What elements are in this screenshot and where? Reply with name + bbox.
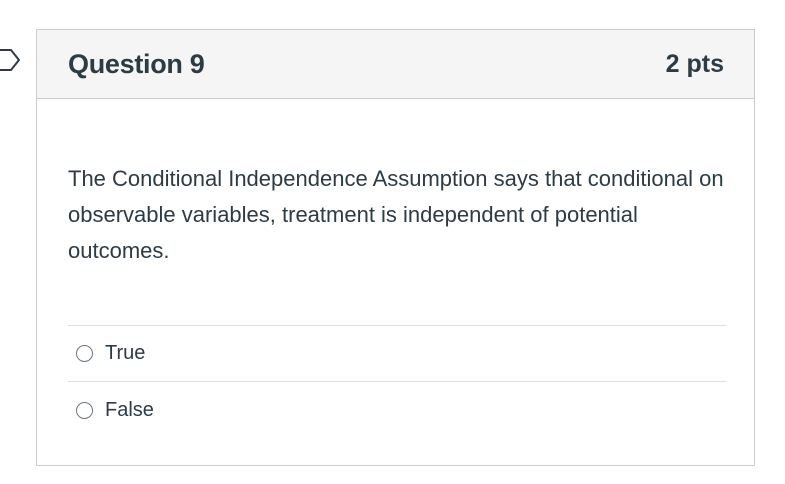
flag-question-icon[interactable]	[0, 48, 22, 72]
radio-button-icon[interactable]	[76, 401, 93, 419]
radio-button-icon[interactable]	[76, 345, 93, 362]
question-card: Question 9 2 pts The Conditional Indepen…	[36, 29, 755, 466]
answer-list: True False	[68, 325, 726, 438]
question-text: The Conditional Independence Assumption …	[68, 166, 724, 263]
answer-option-true[interactable]: True	[68, 326, 726, 382]
answer-label[interactable]: True	[105, 342, 145, 365]
answer-label[interactable]: False	[105, 399, 154, 422]
answer-option-false[interactable]: False	[68, 382, 726, 438]
question-points: 2 pts	[665, 49, 724, 78]
question-body: The Conditional Independence Assumption …	[37, 99, 754, 438]
quiz-page: Question 9 2 pts The Conditional Indepen…	[0, 0, 785, 484]
question-header: Question 9 2 pts	[37, 30, 754, 99]
question-title: Question 9	[68, 48, 205, 79]
